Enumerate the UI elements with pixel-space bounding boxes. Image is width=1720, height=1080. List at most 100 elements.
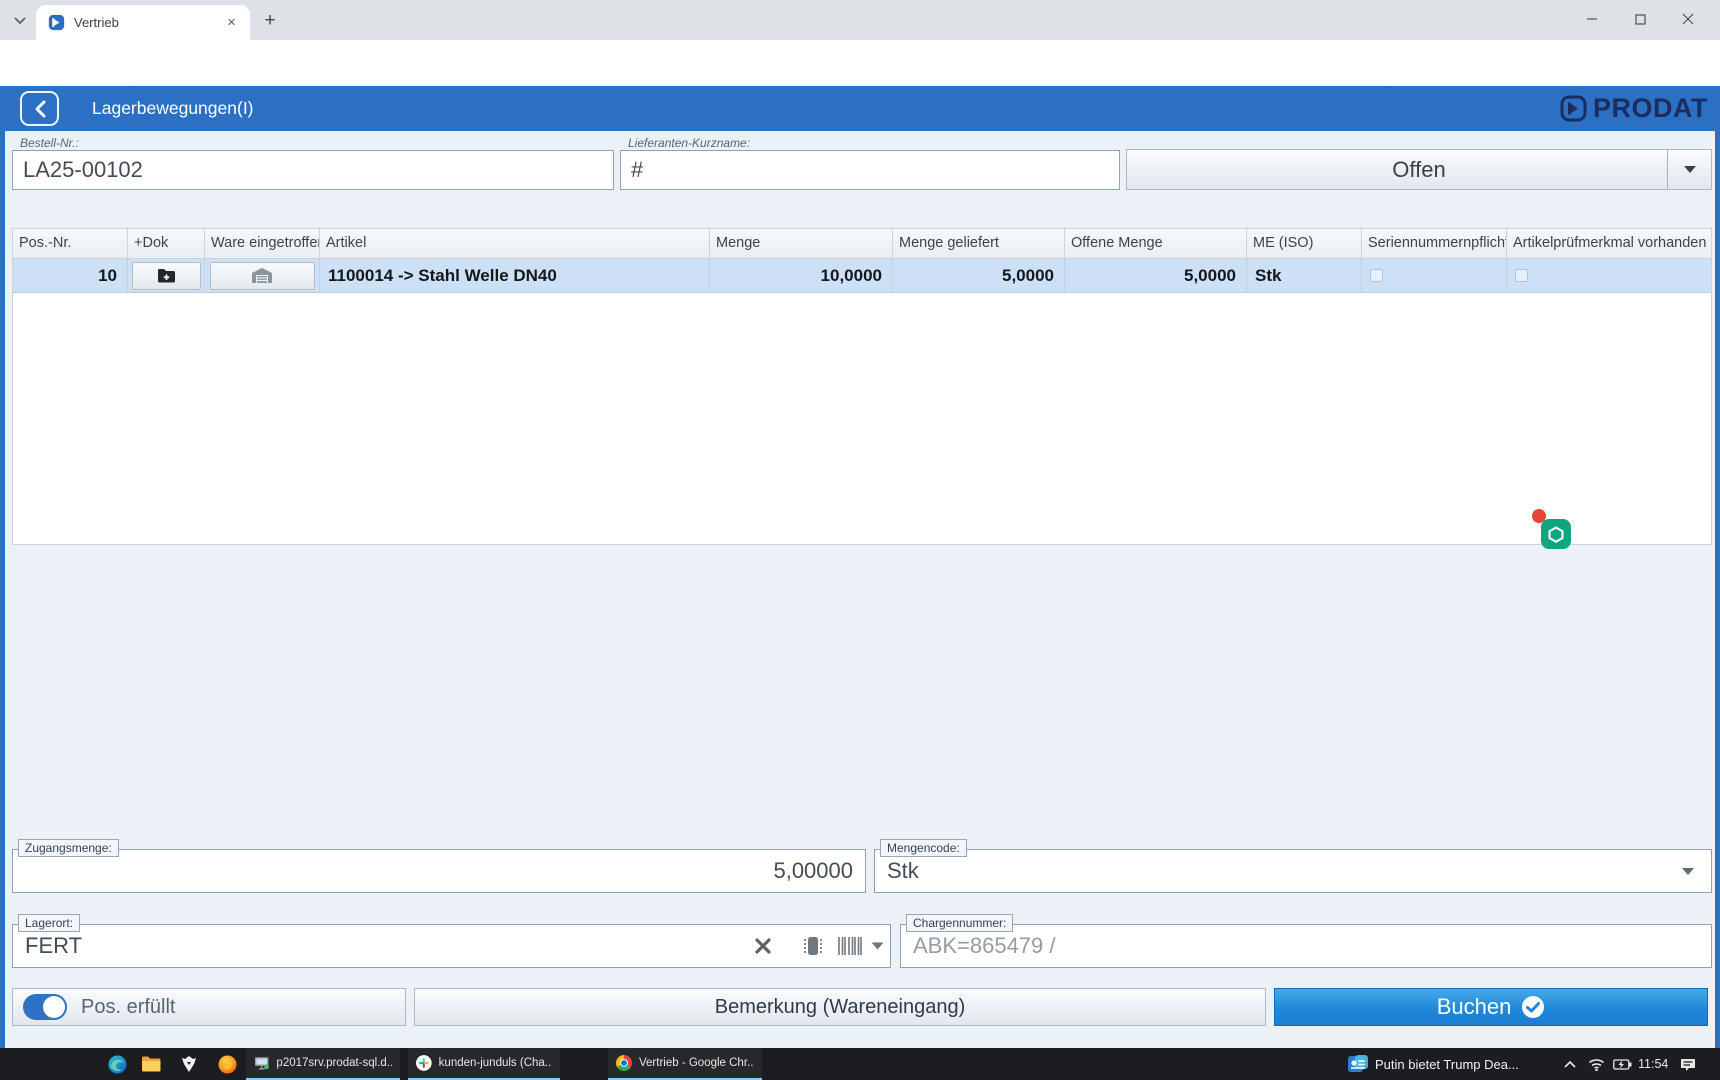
chevron-up-icon xyxy=(1564,1060,1576,1068)
chevron-left-icon xyxy=(34,100,46,118)
seriennummernpflicht-checkbox[interactable] xyxy=(1370,269,1383,282)
browser-toolbar: vertrieb.m.prodat-erp.de:8093 S xyxy=(0,40,1720,78)
tab-close-icon[interactable]: ✕ xyxy=(223,14,240,31)
firefox-glyph xyxy=(218,1055,237,1074)
slack-icon xyxy=(416,1055,432,1071)
window-close-button[interactable] xyxy=(1668,0,1708,38)
file-explorer-icon[interactable] xyxy=(141,1054,161,1074)
app-header: Lagerbewegungen(I) PRODAT xyxy=(0,86,1720,131)
taskbar-item-label: p2017srv.prodat-sql.d... xyxy=(276,1057,392,1069)
lagerort-input[interactable]: FERT xyxy=(12,924,891,968)
window-maximize-button[interactable] xyxy=(1620,0,1660,38)
edge-icon[interactable] xyxy=(107,1054,127,1074)
zugangsmenge-value: 5,00000 xyxy=(773,858,853,884)
taskbar-item-chrome[interactable]: Vertrieb - Google Chr... xyxy=(608,1048,762,1080)
browser-tab-strip: Vertrieb ✕ + xyxy=(0,0,1720,40)
status-dropdown-arrow[interactable] xyxy=(1667,150,1711,189)
col-menge: Menge xyxy=(710,229,893,258)
page-right-border xyxy=(1715,131,1720,1048)
taskbar-clock[interactable]: 11:54 xyxy=(1638,1048,1668,1080)
wifi-indicator[interactable] xyxy=(1586,1054,1606,1074)
chrome-icon xyxy=(616,1055,632,1071)
maximize-icon xyxy=(1635,14,1646,25)
check-circle-icon xyxy=(1521,995,1545,1019)
mengencode-value: Stk xyxy=(887,858,919,884)
action-center-button[interactable] xyxy=(1678,1054,1698,1074)
firefox-icon[interactable] xyxy=(217,1054,237,1074)
chargennummer-input[interactable]: ABK=865479 / xyxy=(900,924,1712,968)
bemerkung-label: Bemerkung (Wareneingang) xyxy=(715,996,966,1019)
chargennummer-value: ABK=865479 / xyxy=(913,933,1056,959)
cell-menge-geliefert: 5,0000 xyxy=(893,259,1065,292)
ware-eingetroffen-button[interactable] xyxy=(210,262,315,290)
wolf-glyph xyxy=(180,1055,198,1073)
rfid-chip-icon[interactable] xyxy=(803,935,823,957)
col-offene-menge: Offene Menge xyxy=(1065,229,1247,258)
cell-menge: 10,0000 xyxy=(710,259,893,292)
chat-widget-button[interactable] xyxy=(1541,519,1571,549)
cell-pos-nr: 10 xyxy=(13,259,128,292)
lagerort-value: FERT xyxy=(25,933,82,959)
prodat-favicon xyxy=(48,14,65,31)
close-icon xyxy=(1682,13,1694,25)
browser-tab-vertrieb[interactable]: Vertrieb ✕ xyxy=(36,5,250,40)
lieferant-value: # xyxy=(631,157,643,183)
pos-erfuellt-container: Pos. erfüllt xyxy=(12,988,406,1026)
zugangsmenge-input[interactable]: 5,00000 xyxy=(12,849,866,893)
add-document-button[interactable] xyxy=(132,262,201,290)
tab-title: Vertrieb xyxy=(74,15,223,30)
notification-icon xyxy=(1680,1057,1696,1072)
col-menge-geliefert: Menge geliefert xyxy=(893,229,1065,258)
positions-table: Pos.-Nr. +Dok Ware eingetroffen Artikel … xyxy=(12,228,1712,545)
table-row-selected[interactable]: 10 1100014 -> Stahl Welle DN40 10,0000 5… xyxy=(13,259,1711,293)
lagerort-label: Lagerort: xyxy=(18,914,80,932)
battery-indicator[interactable] xyxy=(1612,1054,1632,1074)
app-back-button[interactable] xyxy=(20,91,59,126)
tray-chevron-up[interactable] xyxy=(1560,1054,1580,1074)
barcode-icon[interactable] xyxy=(838,937,862,955)
news-headline: Putin bietet Trump Dea... xyxy=(1375,1057,1519,1072)
clear-x-icon[interactable] xyxy=(755,938,771,954)
status-dropdown[interactable]: Offen xyxy=(1126,149,1712,190)
wifi-icon xyxy=(1588,1058,1605,1071)
new-tab-button[interactable]: + xyxy=(258,9,282,33)
window-minimize-button[interactable] xyxy=(1572,0,1612,38)
clock-text: 11:54 xyxy=(1638,1057,1668,1071)
table-header-row: Pos.-Nr. +Dok Ware eingetroffen Artikel … xyxy=(13,229,1711,259)
tab-search-button[interactable] xyxy=(9,10,31,32)
prodat-logo-icon xyxy=(1560,95,1587,122)
artikelpruefmerkmal-checkbox[interactable] xyxy=(1515,269,1528,282)
news-icon xyxy=(1348,1055,1368,1073)
buchen-button[interactable]: Buchen xyxy=(1274,988,1708,1026)
mengencode-dropdown-icon[interactable] xyxy=(1681,867,1695,876)
bemerkung-button[interactable]: Bemerkung (Wareneingang) xyxy=(414,988,1266,1026)
taskbar-item-label: Vertrieb - Google Chr... xyxy=(639,1057,754,1069)
pos-erfuellt-toggle[interactable] xyxy=(23,994,67,1020)
minimize-icon xyxy=(1586,13,1598,25)
col-artikelpruefmerkmal: Artikelprüfmerkmal vorhanden xyxy=(1507,229,1708,258)
bestellnr-input[interactable]: LA25-00102 xyxy=(12,150,614,190)
prodat-brand: PRODAT xyxy=(1560,86,1708,131)
lieferant-input[interactable]: # xyxy=(620,150,1120,190)
col-ware-eingetroffen: Ware eingetroffen xyxy=(205,229,320,258)
taskbar-news-widget[interactable]: Putin bietet Trump Dea... xyxy=(1340,1048,1552,1080)
lagerort-dropdown-icon[interactable] xyxy=(871,942,884,950)
lieferant-label: Lieferanten-Kurzname: xyxy=(628,136,750,150)
chat-notification-dot xyxy=(1532,509,1546,523)
status-value: Offen xyxy=(1392,157,1445,183)
taskbar-item-rdp[interactable]: p2017srv.prodat-sql.d... xyxy=(246,1048,400,1080)
dropdown-arrow-icon xyxy=(1683,165,1697,174)
col-dok: +Dok xyxy=(128,229,205,258)
mengencode-select[interactable]: Stk xyxy=(874,849,1712,893)
col-pos-nr: Pos.-Nr. xyxy=(13,229,128,258)
bestellnr-label: Bestell-Nr.: xyxy=(20,136,79,150)
folder-glyph xyxy=(141,1056,161,1072)
cell-artikel: 1100014 -> Stahl Welle DN40 xyxy=(320,259,710,292)
remote-desktop-icon xyxy=(254,1056,269,1070)
wolf-app-icon[interactable] xyxy=(179,1054,199,1074)
buchen-label: Buchen xyxy=(1437,994,1512,1020)
taskbar-item-slack[interactable]: kunden-junduls (Cha... xyxy=(408,1048,560,1080)
col-seriennummernpflicht: Seriennummernpflicht xyxy=(1362,229,1507,258)
brand-text: PRODAT xyxy=(1593,93,1708,124)
mengencode-label: Mengencode: xyxy=(880,839,967,857)
